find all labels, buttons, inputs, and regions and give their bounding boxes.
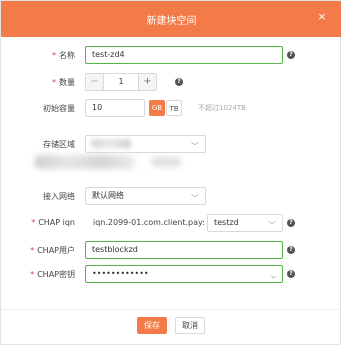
blurred-label	[35, 155, 135, 169]
chap-secret-row: * CHAP密钥 •••••••••••• ⌣ ?	[1, 265, 341, 285]
storage-zone-label: 存储区域	[43, 140, 75, 149]
save-button[interactable]: 保存	[137, 317, 167, 334]
dialog-header: 新建块空间 ×	[1, 1, 341, 37]
chap-iqn-value: testzd	[214, 218, 239, 227]
blurred-value	[151, 157, 181, 167]
create-block-space-dialog: 新建块空间 × * 名称 test-zd4 ? * 数量 − 1 + ? 初始容量 …	[0, 0, 341, 345]
chap-user-row: * CHAP用户 testblockzd ?	[1, 241, 341, 261]
chap-secret-input[interactable]: •••••••••••• ⌣	[85, 265, 283, 283]
chap-user-help-icon[interactable]: ?	[287, 246, 295, 254]
blurred-zone-value	[91, 139, 131, 148]
dialog-title: 新建块空间	[146, 16, 197, 27]
chap-iqn-help-icon[interactable]: ?	[287, 219, 295, 227]
chap-user-label: * CHAP用户	[30, 246, 75, 255]
capacity-hint: 不超过1024TB	[198, 104, 246, 112]
chap-secret-value: ••••••••••••	[92, 269, 149, 278]
cancel-button[interactable]: 取消	[175, 317, 205, 334]
footer-divider	[1, 309, 341, 310]
increment-button[interactable]: +	[138, 74, 156, 90]
quantity-help-icon[interactable]: ?	[175, 78, 183, 86]
chap-secret-label: * CHAP密钥	[30, 270, 75, 279]
chap-iqn-suffix-select[interactable]: testzd ﹀	[207, 214, 283, 232]
storage-zone-row: 存储区域 ﹀	[1, 135, 341, 155]
chap-iqn-row: * CHAP iqn iqn.2099-01.com.client.pay: te…	[1, 214, 341, 234]
chap-user-input[interactable]: testblockzd	[85, 241, 283, 259]
chap-iqn-label: * CHAP iqn	[31, 218, 75, 227]
blurred-row	[1, 155, 341, 175]
access-network-select[interactable]: 默认网络 ﹀	[85, 187, 206, 205]
chevron-down-icon: ﹀	[191, 194, 199, 203]
quantity-stepper: − 1 +	[85, 73, 157, 91]
quantity-label: * 数量	[52, 78, 75, 87]
close-icon[interactable]: ×	[316, 11, 328, 23]
chevron-down-icon: ﹀	[268, 221, 276, 230]
access-network-value: 默认网络	[92, 191, 124, 200]
chap-iqn-prefix: iqn.2099-01.com.client.pay:	[93, 218, 205, 227]
chap-secret-help-icon[interactable]: ?	[287, 270, 295, 278]
name-row: * 名称 test-zd4 ?	[1, 46, 341, 66]
access-network-label: 接入网络	[43, 192, 75, 201]
capacity-row: 初始容量 10 GB TB 不超过1024TB	[1, 99, 341, 119]
quantity-row: * 数量 − 1 + ?	[1, 73, 341, 93]
name-input[interactable]: test-zd4	[85, 46, 283, 64]
eye-closed-icon[interactable]: ⌣	[271, 269, 276, 282]
unit-gb-button[interactable]: GB	[149, 100, 165, 116]
name-label: * 名称	[52, 51, 75, 60]
chevron-down-icon: ﹀	[191, 142, 199, 151]
capacity-label: 初始容量	[43, 104, 75, 113]
capacity-input[interactable]: 10	[85, 99, 145, 117]
name-help-icon[interactable]: ?	[287, 51, 295, 59]
quantity-value[interactable]: 1	[104, 74, 138, 90]
access-network-row: 接入网络 默认网络 ﹀	[1, 187, 341, 207]
decrement-button[interactable]: −	[86, 74, 104, 90]
unit-tb-button[interactable]: TB	[166, 100, 182, 116]
